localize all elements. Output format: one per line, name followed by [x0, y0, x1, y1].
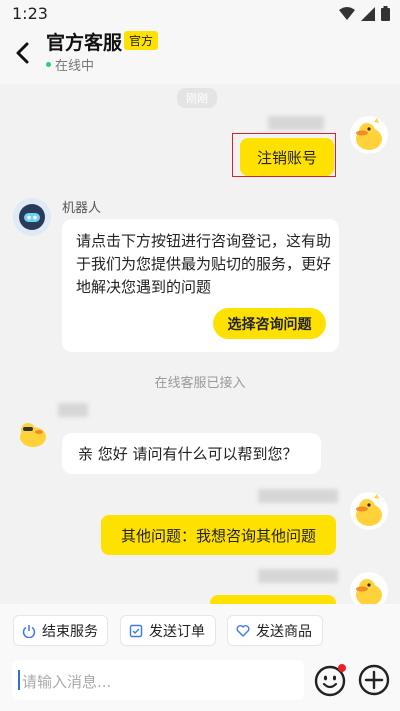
- duck-avatar-icon: [350, 116, 388, 154]
- bottom-bar: 结束服务 发送订单 发送商品 请输入消息...: [0, 604, 400, 711]
- robot-avatar: [13, 198, 51, 236]
- agent-message-text: 亲 您好 请问有什么可以帮到您？: [78, 445, 298, 463]
- signal-icon: [361, 6, 375, 21]
- system-note: 在线客服已接入: [154, 376, 246, 391]
- status-bar: 1:23: [0, 0, 400, 26]
- send-order-button[interactable]: 发送订单: [120, 615, 216, 646]
- robot-message-text: 请点击下方按钮进行咨询登记，这有助于我们为您提供最为贴切的服务，更好地解决您遇到…: [76, 232, 332, 296]
- emoji-icon[interactable]: [314, 663, 348, 697]
- official-badge: 官方: [124, 31, 159, 50]
- robot-message-bubble: 请点击下方按钮进行咨询登记，这有助于我们为您提供最为贴切的服务，更好地解决您遇到…: [62, 219, 339, 352]
- power-icon: [22, 624, 36, 638]
- battery-icon: [381, 6, 390, 21]
- send-order-label: 发送订单: [149, 623, 205, 640]
- heart-icon: [236, 624, 250, 637]
- end-service-button[interactable]: 结束服务: [13, 615, 108, 646]
- robot-icon: [13, 198, 51, 236]
- send-product-button[interactable]: 发送商品: [227, 615, 323, 646]
- highlight-frame: [232, 133, 336, 177]
- send-product-label: 发送商品: [256, 623, 312, 640]
- chat-header: 官方客服 官方 在线中: [0, 26, 400, 84]
- blurred-user-name: [258, 569, 338, 583]
- blurred-user-name: [268, 116, 324, 130]
- duck-avatar-icon: [13, 413, 51, 451]
- message-input[interactable]: 请输入消息...: [12, 660, 304, 700]
- plus-icon[interactable]: [357, 663, 391, 697]
- user-message-text: 其他问题：我想咨询其他问题: [120, 526, 316, 545]
- time-chip: 刚刚: [177, 88, 217, 108]
- order-icon: [129, 624, 143, 637]
- duck-avatar-icon: [350, 492, 388, 530]
- online-status: 在线中: [55, 59, 95, 74]
- select-question-button[interactable]: 选择咨询问题: [213, 308, 326, 339]
- page-title: 官方客服: [46, 32, 123, 54]
- blurred-agent-name: [58, 403, 88, 417]
- back-arrow-icon[interactable]: [12, 40, 34, 66]
- agent-avatar: [13, 413, 51, 451]
- end-service-label: 结束服务: [42, 623, 98, 640]
- status-time: 1:23: [12, 4, 48, 23]
- status-icons: [339, 6, 390, 21]
- agent-message-bubble: 亲 您好 请问有什么可以帮到您？: [62, 433, 321, 474]
- user-message-bubble: 其他问题：我想咨询其他问题: [101, 515, 336, 555]
- robot-name: 机器人: [62, 201, 102, 216]
- input-placeholder: 请输入消息...: [22, 673, 112, 691]
- online-dot: [46, 62, 51, 67]
- wifi-icon: [339, 6, 355, 20]
- blurred-user-name: [258, 489, 338, 503]
- user-avatar: [350, 116, 388, 154]
- text-cursor: [18, 670, 20, 690]
- user-avatar: [350, 492, 388, 530]
